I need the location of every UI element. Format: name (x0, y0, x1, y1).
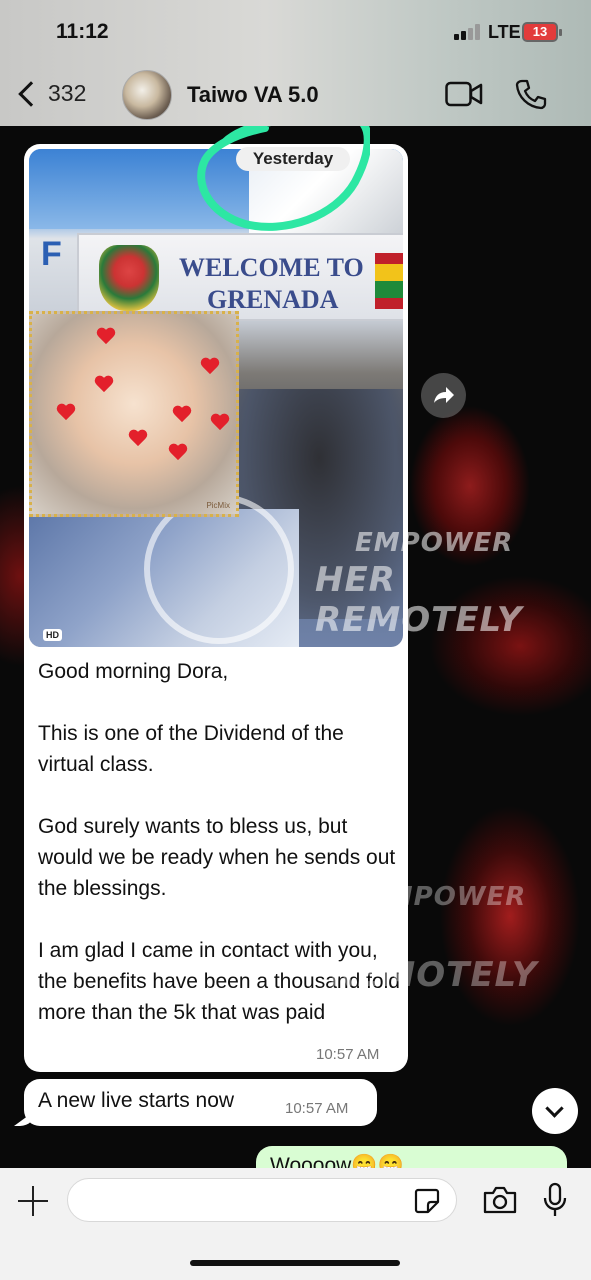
hd-badge: HD (43, 629, 62, 641)
chevron-down-icon (545, 1099, 564, 1118)
heart-icon (200, 358, 220, 376)
crest-icon (99, 245, 159, 311)
inset-credit: PicMix (206, 501, 230, 510)
signal-icon (454, 24, 482, 40)
message-text-2: A new live starts now (38, 1089, 235, 1112)
welcome-sign: WELCOME TO GRENADA (77, 233, 403, 321)
contact-name[interactable]: Taiwo VA 5.0 (187, 82, 319, 108)
highlight-circle-annotation (197, 112, 370, 231)
microphone-icon[interactable] (542, 1182, 568, 1218)
heart-icon (168, 444, 188, 462)
chevron-left-icon (18, 80, 44, 107)
watermark-line2-repeat: HER REMOTELY (330, 915, 538, 995)
watermark-line2: HER REMOTELY (315, 560, 523, 640)
flag-icon (375, 253, 403, 309)
back-button[interactable]: 332 (16, 80, 86, 107)
home-indicator (190, 1260, 400, 1266)
watermark-line1-repeat: EMPOWER (368, 882, 527, 912)
forward-arrow-icon (434, 387, 454, 403)
battery-icon: 13 (522, 22, 562, 42)
heart-icon (96, 328, 116, 346)
video-call-icon[interactable] (445, 81, 483, 107)
unread-count: 332 (48, 80, 87, 106)
message-time-2: 10:57 AM (285, 1100, 349, 1117)
heart-icon (210, 414, 230, 432)
heart-icon (128, 430, 148, 448)
sticker-icon[interactable] (414, 1188, 440, 1214)
heart-icon (56, 404, 76, 422)
message-bubble-incoming-2[interactable]: A new live starts now 10:57 AM (24, 1079, 377, 1126)
message-input[interactable] (67, 1178, 457, 1222)
phone-call-icon[interactable] (515, 78, 547, 110)
network-label: LTE (488, 22, 521, 42)
plus-icon[interactable] (18, 1186, 48, 1216)
status-time: 11:12 (56, 20, 109, 43)
forward-button[interactable] (421, 373, 466, 418)
scroll-to-bottom-button[interactable] (532, 1088, 578, 1134)
avatar[interactable] (122, 70, 172, 120)
watermark-line1: EMPOWER (355, 528, 514, 558)
inset-kiss-image: PicMix (29, 311, 239, 517)
heart-icon (94, 376, 114, 394)
header-bar: 11:12 LTE 13 332 Taiwo VA 5.0 (0, 0, 591, 126)
sign-text-line1: WELCOME TO (179, 253, 364, 282)
message-time: 10:57 AM (316, 1046, 380, 1063)
camera-icon[interactable] (482, 1185, 518, 1215)
composer-bar (0, 1168, 591, 1280)
heart-icon (172, 406, 192, 424)
